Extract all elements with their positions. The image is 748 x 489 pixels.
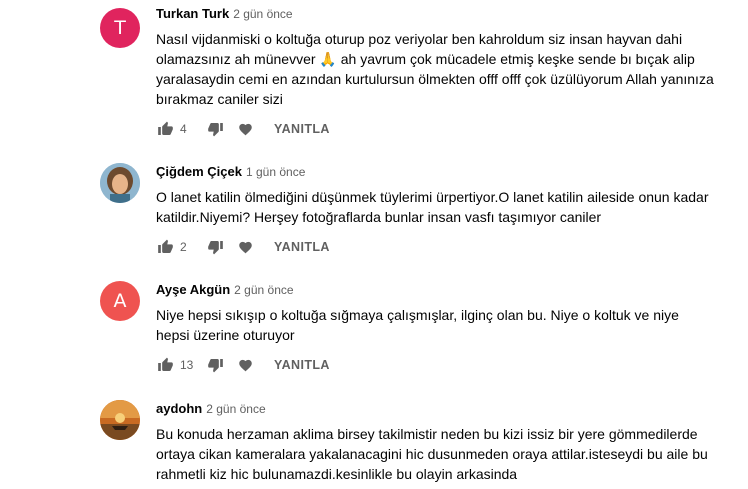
author-name[interactable]: aydohn [156,401,202,416]
timestamp[interactable]: 2 gün önce [234,283,293,297]
comment-header: Çiğdem Çiçek 1 gün önce [156,163,305,181]
comment-actions: 13 YANITLA [156,355,330,375]
heart-icon[interactable] [236,238,254,256]
comment-actions: 4 YANITLA [156,119,330,139]
avatar[interactable]: T [100,8,140,48]
timestamp[interactable]: 1 gün önce [246,165,305,179]
thumbs-down-icon[interactable] [206,238,224,256]
comment-header: Ayşe Akgün 2 gün önce [156,281,294,299]
avatar[interactable] [100,163,140,203]
like-count: 13 [180,358,194,372]
author-name[interactable]: Turkan Turk [156,6,229,21]
author-name[interactable]: Çiğdem Çiçek [156,164,242,179]
like-count: 4 [180,122,187,136]
comment-actions: 2 YANITLA [156,237,330,257]
reply-button[interactable]: YANITLA [274,358,330,372]
comment-header: aydohn 2 gün önce [156,400,266,418]
timestamp[interactable]: 2 gün önce [206,402,265,416]
comment-text: Niye hepsi sıkışıp o koltuğa sığmaya çal… [156,307,679,343]
avatar[interactable]: A [100,281,140,321]
reply-button[interactable]: YANITLA [274,122,330,136]
heart-icon[interactable] [236,120,254,138]
thumbs-up-icon[interactable] [156,120,174,138]
comment-header: Turkan Turk 2 gün önce [156,5,293,23]
avatar-letter: A [113,290,127,312]
avatar-image [100,400,140,440]
comment-text: Nasıl vijdanmiski o koltuğa oturup poz v… [156,31,714,107]
avatar[interactable] [100,400,140,440]
reply-button[interactable]: YANITLA [274,240,330,254]
thumbs-up-icon[interactable] [156,356,174,374]
comment-text: Bu konuda herzaman aklima birsey takilmi… [156,426,708,482]
timestamp[interactable]: 2 gün önce [233,7,292,21]
author-name[interactable]: Ayşe Akgün [156,282,230,297]
thumbs-down-icon[interactable] [206,356,224,374]
thumbs-down-icon[interactable] [206,120,224,138]
comment-text: O lanet katilin ölmediğini düşünmek tüyl… [156,189,709,225]
thumbs-up-icon[interactable] [156,238,174,256]
like-count: 2 [180,240,187,254]
avatar-letter: T [114,17,126,39]
heart-icon[interactable] [236,356,254,374]
avatar-image [100,163,140,203]
